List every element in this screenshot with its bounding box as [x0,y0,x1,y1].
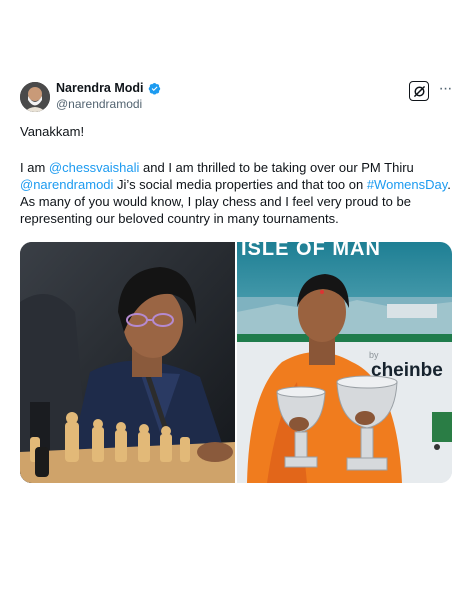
media-photo-chess-player[interactable] [20,242,235,483]
tweet-media: ISLE OF MAN by cheinbe [20,242,452,483]
more-options-button[interactable]: ··· [436,79,454,99]
photo-sponsor-by: by [369,350,379,360]
grok-button[interactable] [409,81,429,101]
verified-badge-icon [148,82,160,95]
grok-icon [413,85,425,97]
mention-narendramodi[interactable]: @narendramodi [20,177,113,192]
author-names: Narendra Modi @narendramodi [56,81,161,111]
author-handle[interactable]: @narendramodi [56,97,161,111]
tweet-body: I am @chessvaishali and I am thrilled to… [20,159,454,227]
tweet-header: Narendra Modi @narendramodi ··· [20,78,454,118]
tweet-text-part3: Ji’s social media properties and that to… [113,177,367,192]
tweet-greeting: Vanakkam! [20,124,85,139]
tweet-text-part2: and I am thrilled to be taking over our … [139,160,414,175]
hashtag-womensday[interactable]: #WomensDay [367,177,447,192]
author-avatar[interactable] [20,82,50,112]
tweet-text-part1: I am [20,160,49,175]
tweet: Narendra Modi @narendramodi ··· Vanakkam… [20,78,454,483]
media-photo-trophies[interactable]: ISLE OF MAN by cheinbe [237,242,452,483]
photo-sponsor-text: cheinbe [371,360,443,381]
more-horizontal-icon: ··· [438,80,453,97]
tweet-text: Vanakkam! I am @chessvaishali and I am t… [20,123,454,227]
author-display-name[interactable]: Narendra Modi [56,81,144,95]
mention-chessvaishali[interactable]: @chessvaishali [49,160,140,175]
photo-banner-text: ISLE OF MAN [241,242,381,260]
